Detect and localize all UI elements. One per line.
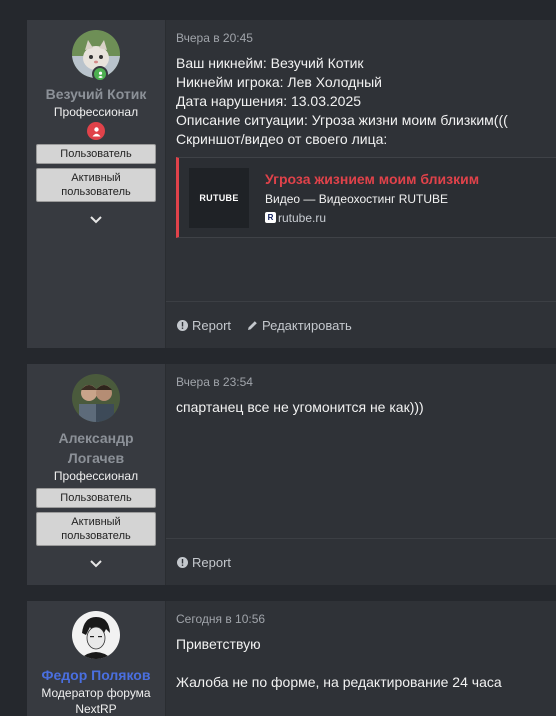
post-3: Федор Поляков Модератор форума NextRP Се… <box>27 601 556 716</box>
post-1-actions: Report Редактировать <box>166 301 556 348</box>
post-1-line-3: Дата нарушения: 13.03.2025 <box>176 93 362 109</box>
post-1-user-title: Профессионал <box>53 105 139 119</box>
embed-domain-text: rutube.ru <box>278 210 327 225</box>
embed-title-link[interactable]: Угроза жизнием моим близким <box>265 170 479 188</box>
post-1-user-column: Везучий Котик Профессионал Пользователь … <box>27 20 166 348</box>
chevron-down-icon[interactable] <box>89 556 103 574</box>
embed-thumbnail[interactable]: RUTUBE <box>189 167 249 228</box>
post-1-line-2: Никнейм игрока: Лев Холодный <box>176 74 382 90</box>
achievement-badge-icon[interactable] <box>87 122 105 140</box>
post-2: Александр Логачев Профессионал Пользоват… <box>27 364 556 585</box>
post-3-user-title: Модератор форума NextRP <box>41 686 151 716</box>
post-1-username[interactable]: Везучий Котик <box>38 84 155 104</box>
post-2-username[interactable]: Александр Логачев <box>33 428 159 468</box>
chevron-down-icon[interactable] <box>89 212 103 230</box>
embed-domain[interactable]: R rutube.ru <box>265 210 479 226</box>
video-embed-card[interactable]: RUTUBE Угроза жизнием моим близким Видео… <box>176 157 556 238</box>
post-1-line-1: Ваш никнейм: Везучий Котик <box>176 55 364 71</box>
report-icon <box>177 319 188 331</box>
report-label: Report <box>192 554 232 570</box>
post-1-line-4: Описание ситуации: Угроза жизни моим бли… <box>176 112 508 128</box>
report-label: Report <box>192 317 232 333</box>
rutube-favicon-icon: R <box>265 212 276 223</box>
embed-subtitle: Видео — Видеохостинг RUTUBE <box>265 191 449 206</box>
post-2-user-title: Профессионал <box>53 469 139 483</box>
edit-label: Редактировать <box>262 317 352 333</box>
post-3-line-1: Приветствую <box>176 636 261 652</box>
post-3-line-3: Жалоба не по форме, на редактирование 24… <box>176 674 502 690</box>
edit-pencil-icon <box>248 320 257 330</box>
post-2-user-column: Александр Логачев Профессионал Пользоват… <box>27 364 166 585</box>
post-2-avatar[interactable] <box>72 374 120 422</box>
post-3-content: Сегодня в 10:56 Приветствую Жалоба не по… <box>166 601 556 716</box>
post-1-avatar[interactable] <box>72 30 120 82</box>
post-3-avatar[interactable] <box>72 611 120 659</box>
report-button[interactable]: Report <box>177 318 231 333</box>
report-button[interactable]: Report <box>177 555 231 570</box>
post-2-role-active: Активный пользователь <box>36 512 156 546</box>
post-2-line-1: спартанец все не угомонится не как))) <box>176 399 424 415</box>
post-3-line-2 <box>176 654 546 673</box>
online-dot-icon <box>92 66 108 82</box>
post-2-timestamp[interactable]: Вчера в 23:54 <box>176 374 546 390</box>
post-3-timestamp[interactable]: Сегодня в 10:56 <box>176 611 546 627</box>
post-1-line-5: Скриншот/видео от своего лица: <box>176 131 388 147</box>
post-2-content: Вчера в 23:54 спартанец все не угомонитс… <box>166 364 556 585</box>
post-2-actions: Report <box>166 538 556 585</box>
post-3-user-column: Федор Поляков Модератор форума NextRP <box>27 601 166 716</box>
post-1-content: Вчера в 20:45 Ваш никнейм: Везучий Котик… <box>166 20 556 348</box>
post-1: Везучий Котик Профессионал Пользователь … <box>27 20 556 348</box>
report-icon <box>177 556 188 568</box>
post-1-role-user: Пользователь <box>36 144 156 164</box>
edit-button[interactable]: Редактировать <box>247 318 352 333</box>
post-1-role-active: Активный пользователь <box>36 168 156 202</box>
post-2-role-user: Пользователь <box>36 488 156 508</box>
embed-text: Угроза жизнием моим близким Видео — Виде… <box>265 170 479 226</box>
post-1-timestamp[interactable]: Вчера в 20:45 <box>176 30 556 46</box>
post-3-username[interactable]: Федор Поляков <box>34 665 159 685</box>
